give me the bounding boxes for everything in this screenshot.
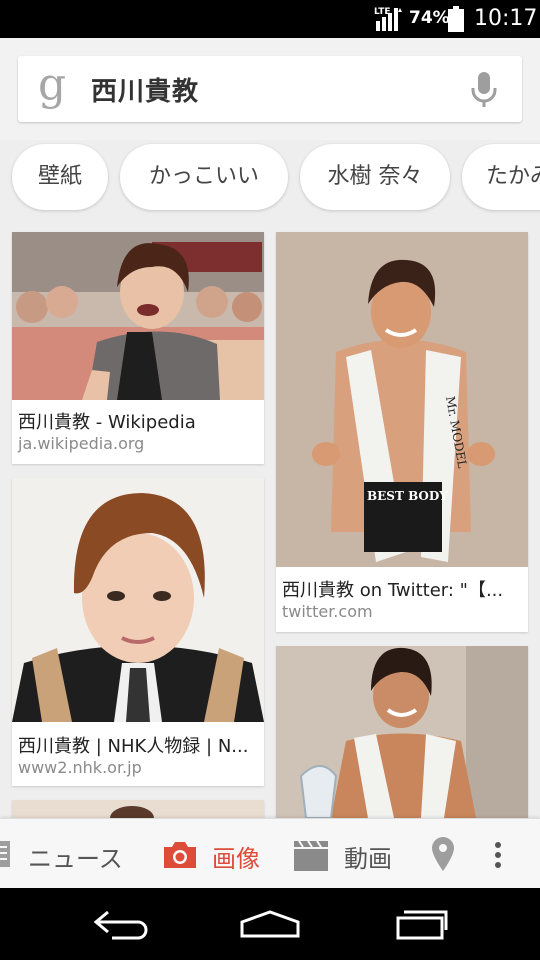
search-type-tabs: ニュース 画像 動画 xyxy=(0,818,540,888)
image-result-twitter[interactable]: BEST BODY Mr. MODEL 西川貴教 on Twitter: "【.… xyxy=(276,232,528,632)
more-vert-icon xyxy=(495,842,501,868)
tab-videos-label[interactable]: 動画 xyxy=(344,839,392,874)
result-domain: www2.nhk.or.jp xyxy=(18,758,142,777)
result-image-4[interactable] xyxy=(276,646,528,818)
result-image-3[interactable] xyxy=(12,478,264,722)
related-searches-row: 壁紙 かっこいい 水樹 奈々 たかみ xyxy=(0,140,540,225)
image-result-5[interactable] xyxy=(12,800,264,818)
recent-apps-icon[interactable] xyxy=(394,908,450,940)
chip-takami[interactable]: たかみ xyxy=(462,144,540,210)
home-icon[interactable] xyxy=(240,910,300,938)
back-icon[interactable] xyxy=(92,908,148,940)
result-title[interactable]: 西川貴教 - Wikipedia xyxy=(18,408,258,434)
android-nav-bar xyxy=(0,888,540,960)
battery-percent: 74% xyxy=(409,8,450,28)
result-image-5[interactable] xyxy=(12,800,264,818)
tab-videos[interactable]: 動画 xyxy=(292,819,412,889)
tab-news[interactable]: ニュース xyxy=(0,819,150,889)
chip-mizuki-nana[interactable]: 水樹 奈々 xyxy=(300,144,450,210)
image-result-4[interactable] xyxy=(276,646,528,818)
tab-news-label[interactable]: ニュース xyxy=(28,839,123,874)
svg-text:BEST BODY: BEST BODY xyxy=(367,489,448,503)
google-g-icon[interactable]: g xyxy=(38,63,66,107)
chip-cool[interactable]: かっこいい xyxy=(120,144,288,210)
image-result-nhk[interactable]: 西川貴教 | NHK人物録 | N... www2.nhk.or.jp xyxy=(12,478,264,786)
result-domain: twitter.com xyxy=(282,602,373,621)
lte-signal-icon: LTE xyxy=(374,7,402,31)
news-icon xyxy=(0,841,10,867)
search-header: g 西川貴教 xyxy=(0,38,540,140)
result-title[interactable]: 西川貴教 | NHK人物録 | N... xyxy=(18,732,258,758)
result-image-2[interactable]: BEST BODY Mr. MODEL xyxy=(276,232,528,567)
tab-images-label[interactable]: 画像 xyxy=(212,839,260,874)
clapperboard-icon xyxy=(294,841,328,871)
more-options-button[interactable] xyxy=(482,819,522,889)
search-input[interactable]: 西川貴教 xyxy=(91,71,199,108)
image-result-wikipedia[interactable]: 西川貴教 - Wikipedia ja.wikipedia.org xyxy=(12,232,264,464)
map-pin-icon xyxy=(432,837,454,871)
camera-icon xyxy=(164,842,196,868)
tab-images[interactable]: 画像 xyxy=(160,819,280,889)
result-image-1[interactable] xyxy=(12,232,264,400)
tab-maps[interactable] xyxy=(420,819,470,889)
search-box[interactable]: g 西川貴教 xyxy=(18,56,522,122)
result-domain: ja.wikipedia.org xyxy=(18,434,145,453)
chip-wallpaper[interactable]: 壁紙 xyxy=(12,144,108,210)
result-title[interactable]: 西川貴教 on Twitter: "【... xyxy=(282,576,522,602)
clock: 10:17 xyxy=(474,6,538,31)
battery-icon xyxy=(448,6,464,32)
status-bar: LTE 74% 10:17 xyxy=(0,0,540,38)
microphone-icon[interactable] xyxy=(470,72,498,108)
